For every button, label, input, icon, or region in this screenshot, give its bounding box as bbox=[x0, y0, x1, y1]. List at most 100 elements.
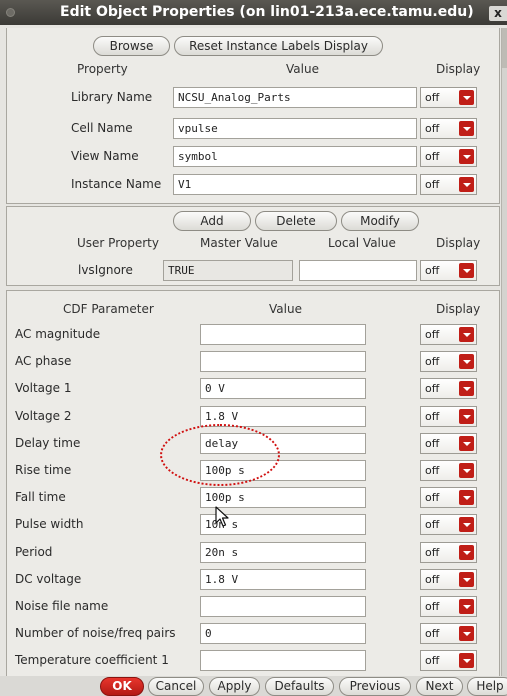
cdf-parameter-label: DC voltage bbox=[15, 572, 82, 586]
vertical-scrollbar[interactable] bbox=[501, 28, 507, 676]
lvsignore-display-select[interactable]: off bbox=[420, 260, 477, 281]
dropdown-arrow-icon bbox=[459, 149, 474, 164]
cdf-parameter-label: Fall time bbox=[15, 490, 66, 504]
dropdown-arrow-icon bbox=[459, 436, 474, 451]
close-button[interactable]: x bbox=[489, 6, 507, 21]
add-button[interactable]: Add bbox=[173, 211, 251, 231]
cdf-display-select[interactable]: off bbox=[420, 406, 477, 427]
display-value: off bbox=[425, 464, 440, 477]
cdf-display-select[interactable]: off bbox=[420, 433, 477, 454]
instance-name-label: Instance Name bbox=[71, 177, 162, 191]
cdf-display-select[interactable]: off bbox=[420, 487, 477, 508]
display-value: off bbox=[425, 91, 440, 104]
cdf-display-select[interactable]: off bbox=[420, 542, 477, 563]
cdf-parameter-label: Period bbox=[15, 545, 53, 559]
view-name-field[interactable]: symbol bbox=[173, 146, 417, 167]
cdf-parameter-value-field[interactable] bbox=[200, 596, 366, 617]
dropdown-arrow-icon bbox=[459, 354, 474, 369]
ok-button[interactable]: OK bbox=[100, 677, 144, 696]
display-value: off bbox=[425, 627, 440, 640]
cdf-display-select[interactable]: off bbox=[420, 623, 477, 644]
dropdown-arrow-icon bbox=[459, 177, 474, 192]
modify-button[interactable]: Modify bbox=[341, 211, 419, 231]
user-property-header: User Property bbox=[77, 236, 159, 250]
cdf-display-select[interactable]: off bbox=[420, 569, 477, 590]
display-value: off bbox=[425, 328, 440, 341]
cdf-parameter-value-field[interactable]: 20n s bbox=[200, 542, 366, 563]
master-value-header: Master Value bbox=[200, 236, 278, 250]
cdf-display-select[interactable]: off bbox=[420, 596, 477, 617]
dropdown-arrow-icon bbox=[459, 626, 474, 641]
cdf-parameter-label: Delay time bbox=[15, 436, 81, 450]
help-button[interactable]: Help bbox=[467, 677, 507, 696]
dropdown-arrow-icon bbox=[459, 599, 474, 614]
cdf-parameter-value-field[interactable]: 0 bbox=[200, 623, 366, 644]
instance-properties-panel: Browse Reset Instance Labels Display Pro… bbox=[6, 28, 500, 204]
cdf-parameter-value-field[interactable] bbox=[200, 324, 366, 345]
instance-name-field[interactable]: V1 bbox=[173, 174, 417, 195]
cdf-parameter-value-field[interactable] bbox=[200, 351, 366, 372]
display-value: off bbox=[425, 410, 440, 423]
display-value: off bbox=[425, 437, 440, 450]
library-name-display-select[interactable]: off bbox=[420, 87, 477, 108]
browse-button[interactable]: Browse bbox=[93, 36, 170, 56]
dropdown-arrow-icon bbox=[459, 490, 474, 505]
dropdown-arrow-icon bbox=[459, 121, 474, 136]
cdf-parameter-label: Rise time bbox=[15, 463, 72, 477]
window-menu-icon[interactable] bbox=[6, 8, 15, 17]
display-value: off bbox=[425, 546, 440, 559]
previous-button[interactable]: Previous bbox=[339, 677, 411, 696]
lvsignore-master-value: TRUE bbox=[163, 260, 293, 281]
dropdown-arrow-icon bbox=[459, 572, 474, 587]
cdf-parameter-label: Pulse width bbox=[15, 517, 84, 531]
value-header: Value bbox=[286, 62, 319, 76]
display-header: Display bbox=[436, 62, 481, 76]
display-value: off bbox=[425, 178, 440, 191]
cell-name-label: Cell Name bbox=[71, 121, 133, 135]
instance-name-display-select[interactable]: off bbox=[420, 174, 477, 195]
user-properties-panel: Add Delete Modify User Property Master V… bbox=[6, 206, 500, 286]
display-value: off bbox=[425, 382, 440, 395]
cdf-parameter-label: Number of noise/freq pairs bbox=[15, 626, 176, 640]
dropdown-arrow-icon bbox=[459, 463, 474, 478]
dropdown-arrow-icon bbox=[459, 327, 474, 342]
title-bar: Edit Object Properties (on lin01-213a.ec… bbox=[0, 0, 507, 25]
cancel-button[interactable]: Cancel bbox=[148, 677, 204, 696]
cdf-parameter-value-field[interactable]: 1.8 V bbox=[200, 569, 366, 590]
reset-instance-labels-button[interactable]: Reset Instance Labels Display bbox=[174, 36, 383, 56]
action-bar: OK Cancel Apply Defaults Previous Next H… bbox=[0, 676, 507, 696]
cdf-display-select[interactable]: off bbox=[420, 650, 477, 671]
cdf-display-select[interactable]: off bbox=[420, 460, 477, 481]
cdf-parameter-label: AC phase bbox=[15, 354, 72, 368]
display-value: off bbox=[425, 150, 440, 163]
property-header: Property bbox=[77, 62, 128, 76]
display-header: Display bbox=[436, 236, 481, 250]
apply-button[interactable]: Apply bbox=[209, 677, 260, 696]
cdf-parameter-label: Voltage 1 bbox=[15, 381, 72, 395]
display-value: off bbox=[425, 654, 440, 667]
value-header: Value bbox=[269, 302, 302, 316]
cdf-display-select[interactable]: off bbox=[420, 514, 477, 535]
dropdown-arrow-icon bbox=[459, 517, 474, 532]
cdf-parameters-panel: CDF Parameter Value Display AC magnitude… bbox=[6, 290, 500, 676]
cdf-parameter-header: CDF Parameter bbox=[63, 302, 154, 316]
next-button[interactable]: Next bbox=[416, 677, 463, 696]
cell-name-field[interactable]: vpulse bbox=[173, 118, 417, 139]
defaults-button[interactable]: Defaults bbox=[265, 677, 334, 696]
cdf-parameter-value-field[interactable] bbox=[200, 650, 366, 671]
cdf-display-select[interactable]: off bbox=[420, 324, 477, 345]
display-header: Display bbox=[436, 302, 481, 316]
cdf-display-select[interactable]: off bbox=[420, 378, 477, 399]
cdf-parameter-value-field[interactable]: 0 V bbox=[200, 378, 366, 399]
dropdown-arrow-icon bbox=[459, 381, 474, 396]
scrollbar-thumb[interactable] bbox=[502, 28, 507, 68]
lvsignore-local-value-field[interactable] bbox=[299, 260, 417, 281]
cdf-display-select[interactable]: off bbox=[420, 351, 477, 372]
view-name-display-select[interactable]: off bbox=[420, 146, 477, 167]
dropdown-arrow-icon bbox=[459, 263, 474, 278]
cdf-parameter-value-field[interactable]: 100p s bbox=[200, 487, 366, 508]
library-name-field[interactable]: NCSU_Analog_Parts bbox=[173, 87, 417, 108]
dropdown-arrow-icon bbox=[459, 545, 474, 560]
cell-name-display-select[interactable]: off bbox=[420, 118, 477, 139]
delete-button[interactable]: Delete bbox=[255, 211, 337, 231]
